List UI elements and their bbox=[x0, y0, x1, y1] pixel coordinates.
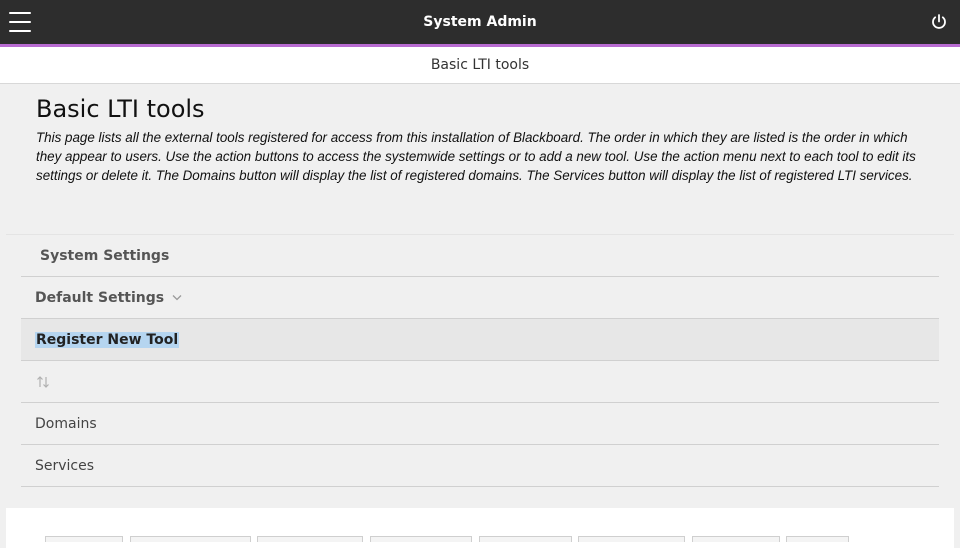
hamburger-menu-icon[interactable] bbox=[9, 12, 31, 32]
default-settings-button[interactable]: Default Settings bbox=[21, 277, 939, 319]
breadcrumb: Basic LTI tools bbox=[0, 47, 960, 84]
register-new-tool-button[interactable]: Register New Tool bbox=[21, 319, 939, 361]
tools-panel bbox=[6, 508, 954, 548]
column-header-stub bbox=[370, 536, 472, 542]
register-new-tool-label: Register New Tool bbox=[35, 331, 180, 348]
action-bar: System Settings Default Settings Registe… bbox=[21, 235, 939, 487]
column-header-stub bbox=[45, 536, 123, 542]
services-button[interactable]: Services bbox=[21, 445, 939, 487]
services-label: Services bbox=[35, 457, 95, 474]
system-settings-header: System Settings bbox=[21, 235, 939, 277]
domains-button[interactable]: Domains bbox=[21, 403, 939, 445]
chevron-down-icon bbox=[172, 295, 182, 301]
column-header-stub bbox=[578, 536, 685, 542]
column-header-stub bbox=[786, 536, 849, 542]
power-icon[interactable] bbox=[930, 13, 948, 31]
system-settings-label: System Settings bbox=[40, 247, 170, 264]
top-bar: System Admin bbox=[0, 0, 960, 44]
default-settings-label: Default Settings bbox=[35, 289, 165, 306]
page-title: Basic LTI tools bbox=[36, 95, 205, 123]
app-title: System Admin bbox=[423, 14, 537, 30]
sort-row bbox=[21, 361, 939, 403]
page-description: This page lists all the external tools r… bbox=[36, 130, 916, 183]
sort-arrows-icon[interactable] bbox=[36, 375, 50, 389]
column-header-stub bbox=[257, 536, 363, 542]
domains-label: Domains bbox=[35, 415, 97, 432]
column-header-stub bbox=[692, 536, 780, 542]
breadcrumb-label: Basic LTI tools bbox=[430, 57, 530, 73]
column-header-stub bbox=[479, 536, 572, 542]
column-header-stub bbox=[130, 536, 251, 542]
